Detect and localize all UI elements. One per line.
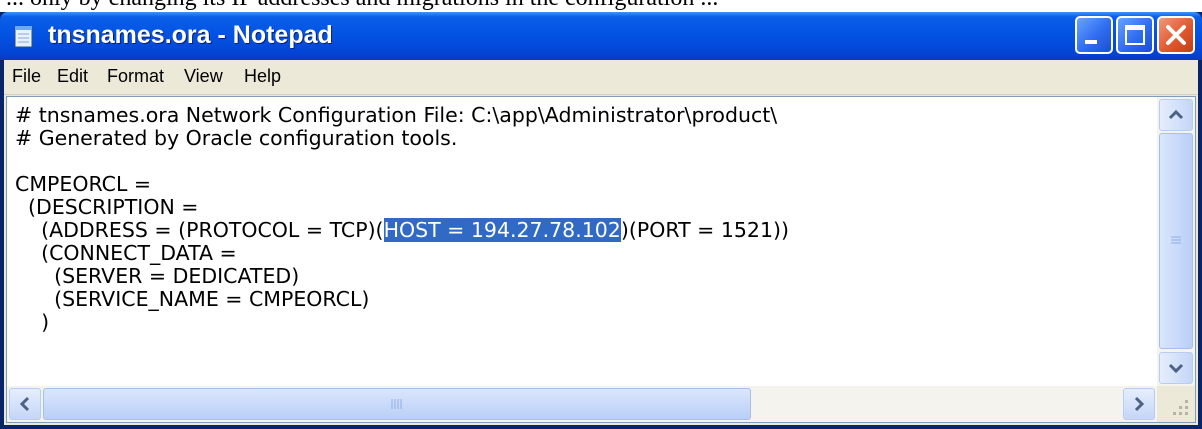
- scroll-up-button[interactable]: [1159, 99, 1193, 131]
- menu-help[interactable]: Help: [244, 66, 281, 87]
- editor-line: # Generated by Oracle configuration tool…: [15, 126, 458, 150]
- chevron-left-icon: [19, 396, 30, 412]
- text-content-area[interactable]: # tnsnames.ora Network Configuration Fil…: [7, 97, 1157, 386]
- scroll-left-button[interactable]: [9, 388, 41, 420]
- editor-line: (CONNECT_DATA =: [15, 241, 237, 265]
- scroll-grip-icon: [391, 399, 402, 409]
- editor-line: (SERVICE_NAME = CMPEORCL): [15, 287, 370, 311]
- editor-line: (ADDRESS = (PROTOCOL = TCP)(HOST = 194.2…: [15, 218, 789, 242]
- maximize-icon: [1125, 25, 1145, 45]
- menu-view[interactable]: View: [184, 66, 223, 87]
- horizontal-scrollbar[interactable]: [7, 386, 1157, 422]
- close-icon: [1166, 25, 1186, 45]
- menu-format[interactable]: Format: [107, 66, 164, 87]
- chevron-down-icon: [1168, 363, 1184, 374]
- menu-file[interactable]: File: [12, 66, 41, 87]
- selected-text[interactable]: HOST = 194.27.78.102: [383, 218, 621, 242]
- resize-grip-icon: [1173, 400, 1188, 415]
- scroll-grip-icon: [1171, 236, 1181, 244]
- maximize-button[interactable]: [1116, 16, 1154, 54]
- vertical-scrollbar[interactable]: [1157, 97, 1195, 386]
- editor-line-part: (ADDRESS = (PROTOCOL = TCP)(: [15, 218, 384, 242]
- menu-edit[interactable]: Edit: [57, 66, 88, 87]
- window-client-area: File Edit Format View Help # tnsnames.or…: [4, 60, 1198, 425]
- minimize-icon: [1085, 40, 1097, 44]
- editor-line: ): [15, 310, 50, 334]
- editor-line-part: )(PORT = 1521)): [620, 218, 789, 242]
- notepad-icon: [14, 25, 33, 48]
- close-button[interactable]: [1157, 16, 1195, 54]
- page-top-text: ... only by changing its IP addresses an…: [6, 0, 718, 12]
- window-title: tnsnames.ora - Notepad: [48, 21, 333, 49]
- title-bar[interactable]: tnsnames.ora - Notepad: [0, 12, 1202, 60]
- editor-line: (DESCRIPTION =: [15, 195, 199, 219]
- scroll-down-button[interactable]: [1159, 352, 1193, 384]
- editor-line: CMPEORCL =: [15, 172, 152, 196]
- menu-bar: File Edit Format View Help: [4, 60, 1198, 95]
- minimize-button[interactable]: [1075, 16, 1113, 54]
- vertical-scroll-thumb[interactable]: [1159, 133, 1193, 349]
- chevron-right-icon: [1134, 396, 1145, 412]
- chevron-up-icon: [1168, 109, 1184, 120]
- editor-line: # tnsnames.ora Network Configuration Fil…: [15, 103, 778, 127]
- scroll-right-button[interactable]: [1123, 388, 1155, 420]
- editor-line: (SERVER = DEDICATED): [15, 264, 300, 288]
- text-editor[interactable]: # tnsnames.ora Network Configuration Fil…: [6, 96, 1196, 423]
- horizontal-scroll-thumb[interactable]: [43, 388, 751, 420]
- resize-grip[interactable]: [1157, 386, 1195, 422]
- notepad-window: tnsnames.ora - Notepad File Edit Format …: [0, 12, 1202, 429]
- page-top-text-fragment: ... only by changing its IP addresses an…: [0, 0, 1202, 12]
